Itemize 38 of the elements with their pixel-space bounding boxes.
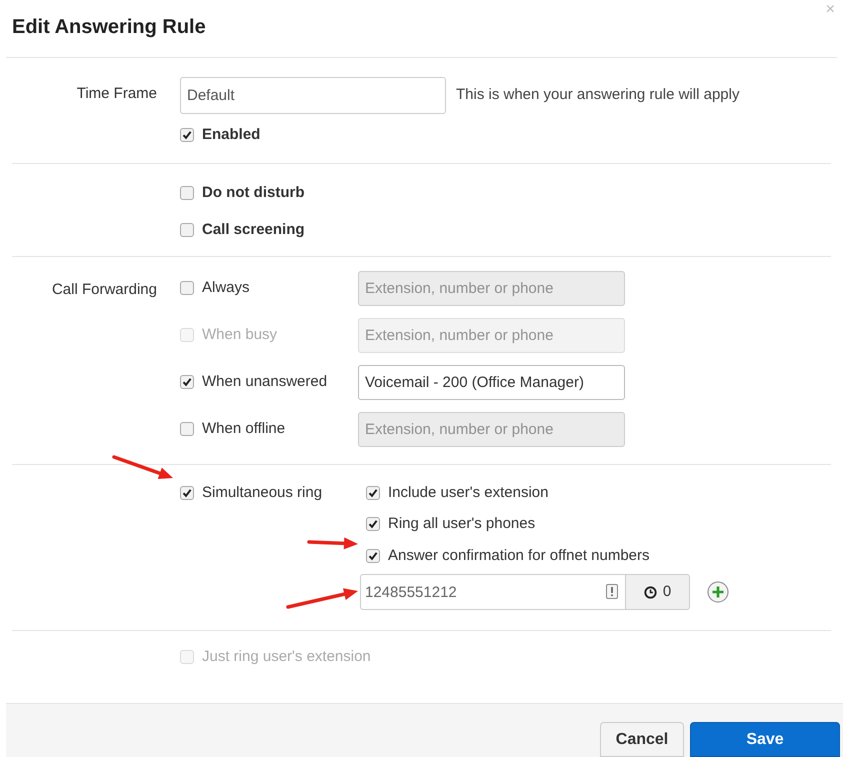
checkbox-label[interactable]: When unanswered [202, 370, 328, 394]
checkbox-label[interactable]: Ring all user's phones [388, 513, 536, 536]
checkbox-label[interactable]: When offline [202, 418, 286, 440]
checkbox[interactable] [366, 548, 380, 563]
text-field[interactable]: Voicemail - 200 (Office Manager) [358, 364, 625, 400]
checkbox[interactable] [180, 281, 194, 295]
checkbox[interactable] [366, 486, 380, 500]
checkbox[interactable] [366, 517, 380, 532]
field-label: Time Frame [76, 84, 157, 104]
alert-icon [606, 584, 618, 599]
delay-button[interactable]: 0 [626, 574, 690, 610]
save-button[interactable]: Save [690, 722, 840, 757]
annotation-arrow [112, 455, 173, 479]
checkbox-label[interactable]: Do not disturb [202, 182, 304, 204]
checkbox[interactable] [180, 422, 194, 436]
checkbox[interactable] [180, 128, 194, 142]
number-field[interactable]: 12485551212 [360, 574, 626, 610]
annotation-arrow [307, 537, 358, 550]
text-field[interactable]: Extension, number or phone [358, 270, 625, 306]
checkbox-label[interactable]: Always [202, 276, 250, 300]
field-label: Call Forwarding [52, 280, 157, 300]
checkbox[interactable] [180, 375, 194, 389]
hint-text: This is when your answering rule will apply [456, 85, 740, 106]
checkbox-label[interactable]: Call screening [202, 219, 305, 242]
annotation-arrow [286, 588, 358, 609]
checkbox[interactable] [180, 223, 194, 238]
text-field[interactable]: Extension, number or phone [358, 412, 625, 446]
checkbox[interactable] [180, 486, 194, 500]
checkbox-label[interactable]: Simultaneous ring [202, 482, 322, 504]
checkbox-label[interactable]: Enabled [202, 124, 260, 146]
checkbox-label[interactable]: Answer confirmation for offnet numbers [388, 544, 650, 567]
dialog-title: Edit Answering Rule [12, 15, 206, 40]
cancel-button[interactable]: Cancel [600, 722, 684, 757]
clock-icon [644, 586, 657, 598]
checkbox-label[interactable]: Include user's extension [388, 482, 548, 504]
add-button[interactable] [707, 581, 729, 603]
checkbox[interactable] [180, 186, 194, 200]
text-field[interactable]: Default [180, 77, 446, 114]
